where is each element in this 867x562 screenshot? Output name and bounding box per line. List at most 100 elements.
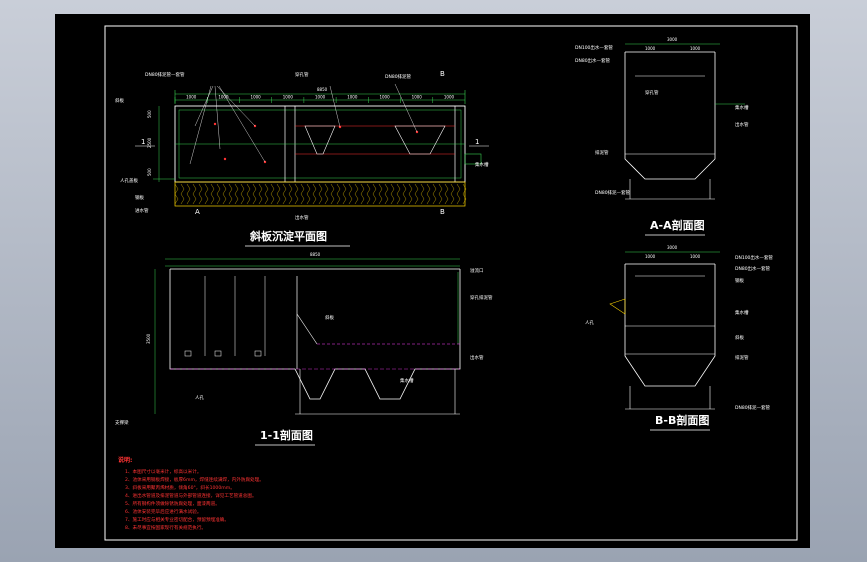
aa-dim-total: 3000 [667, 37, 678, 42]
hatch-stroke [198, 183, 203, 205]
hatch-stroke [192, 183, 197, 205]
hatch-stroke [216, 183, 221, 205]
s11-label-3: 集水槽 [400, 377, 414, 384]
hatch-stroke [456, 183, 461, 205]
hatch-stroke [450, 183, 455, 205]
hatch-stroke [258, 183, 263, 205]
plan-dim-total: 8850 [317, 87, 328, 92]
hatch-stroke [186, 183, 191, 205]
bb-label-2: 钢板 [735, 277, 744, 284]
s11-label-1: 斜板 [325, 314, 334, 321]
cad-viewport[interactable]: 8850 1000 1000 1000 1000 1000 1000 1000 1000 100… [0, 0, 867, 562]
hatch-stroke [402, 183, 407, 205]
hatch-stroke [288, 183, 293, 205]
aa-label-5: 排泥管 [595, 149, 609, 156]
hatch-stroke [204, 183, 209, 205]
hatch-stroke [324, 183, 329, 205]
hatch-stroke [306, 183, 311, 205]
plan-dim-left-1: 2500 [147, 137, 152, 148]
plan-label-4: 集水槽 [475, 161, 489, 168]
plan-dim-left-2: 500 [147, 168, 152, 176]
plan-label-0: DN80排泥管—套管 [145, 71, 185, 78]
aa-title: A-A剖面图 [650, 218, 705, 232]
aa-label-1: DN80出水—套管 [575, 57, 611, 64]
plan-dim-segment-label: 1000 [315, 95, 326, 100]
hatch-stroke [390, 183, 395, 205]
bb-label-7: DN80排泥—套管 [735, 404, 771, 411]
s11-label-0: 溢流口 [470, 267, 484, 274]
s11-label-6: 支撑梁 [115, 419, 129, 426]
hatch-stroke [342, 183, 347, 205]
hatch-stroke [282, 183, 287, 205]
hatch-stroke [462, 183, 467, 205]
aa-label-3: 集水槽 [735, 104, 749, 111]
plan-label-6: 钢板 [135, 194, 144, 201]
note-item-6: 7、施工时应与相关专业密切配合，预留预埋准确。 [125, 516, 229, 523]
bb-tank-outline [624, 264, 716, 387]
note-item-0: 1、本图尺寸以毫米计，标高以米计。 [125, 468, 201, 475]
hatch-stroke [438, 183, 443, 205]
note-item-5: 6、池体安装完毕后应进行满水试验。 [125, 508, 201, 515]
aa-dim-part1: 1000 [690, 46, 701, 51]
aa-dim-part0: 1000 [645, 46, 656, 51]
bb-dim-part1: 1000 [690, 254, 701, 259]
hatch-stroke [174, 183, 179, 205]
bb-label-3: 人孔 [585, 319, 594, 326]
hatch-stroke [234, 183, 239, 205]
hatch-stroke [228, 183, 233, 205]
hatch-stroke [432, 183, 437, 205]
hatch-stroke [240, 183, 245, 205]
plan-mark-1-left: 1 [141, 138, 145, 146]
hatch-stroke [426, 183, 431, 205]
hatch-stroke [246, 183, 251, 205]
plan-mark-b-bottom: B [440, 208, 445, 216]
bb-label-6: 排泥管 [735, 354, 749, 361]
plan-dim-segments: 1000 1000 1000 1000 1000 1000 1000 1000 1000 [174, 95, 455, 103]
plan-mark-1-right: 1 [475, 138, 479, 146]
hatch-stroke [360, 183, 365, 205]
notes-block: 说明: 1、本图尺寸以毫米计，标高以米计。 2、池体采用钢板焊接，板厚6mm，焊… [118, 456, 264, 531]
plan-dim-segment-label: 1000 [251, 95, 262, 100]
bb-label-5: 斜板 [735, 334, 744, 341]
hatch-stroke [180, 183, 185, 205]
drawing-sheet: 8850 1000 1000 1000 1000 1000 1000 1000 1000 100… [55, 14, 810, 548]
bb-label-1: DN80出水—套管 [735, 265, 771, 272]
bb-dim-part0: 1000 [645, 254, 656, 259]
note-item-1: 2、池体采用钢板焊接，板厚6mm，焊缝连续满焊，内外防腐处理。 [125, 476, 264, 483]
section-bb-view: 3000 1000 1000 DN100出水—套管 DN80出水—套管 钢板 人… [585, 245, 773, 431]
hatch-stroke [318, 183, 323, 205]
hatch-stroke [372, 183, 377, 205]
plan-label-8: 出水管 [295, 214, 309, 221]
hatch-stroke [420, 183, 425, 205]
plan-hatch [174, 183, 467, 205]
hatch-stroke [270, 183, 275, 205]
plan-dim-segment-label: 1000 [283, 95, 294, 100]
s11-dim-height: 3500 [146, 333, 151, 344]
plan-label-1: 穿孔管 [295, 71, 309, 78]
note-item-4: 5、所有钢构件须做除锈防腐处理，面漆两道。 [125, 500, 220, 507]
plan-dim-segment-label: 1000 [379, 95, 390, 100]
plan-label-5: 人孔盖板 [120, 177, 138, 184]
hatch-stroke [294, 183, 299, 205]
hatch-stroke [408, 183, 413, 205]
aa-tank-outline [624, 52, 716, 180]
plan-label-3: 斜板 [115, 97, 124, 104]
plan-mark-a-bottom: A [195, 208, 200, 216]
s11-title: 1-1剖面图 [260, 428, 313, 442]
notes-heading: 说明: [118, 456, 132, 464]
cad-drawing: 8850 1000 1000 1000 1000 1000 1000 1000 1000 100… [104, 25, 798, 541]
plan-mark-b-top: B [440, 70, 445, 78]
hatch-stroke [276, 183, 281, 205]
hatch-stroke [378, 183, 383, 205]
title-frame [104, 25, 798, 541]
plan-label-2: DN80排泥管 [385, 73, 412, 80]
aa-label-4: 出水管 [735, 121, 749, 128]
section-aa-view: 3000 1000 1000 DN100出水—套管 DN80出水—套管 穿孔管 … [575, 37, 749, 236]
plan-view: 8850 1000 1000 1000 1000 1000 1000 1000 1000 100… [115, 70, 489, 247]
hatch-stroke [312, 183, 317, 205]
hatch-stroke [252, 183, 257, 205]
hatch-stroke [336, 183, 341, 205]
hatch-stroke [348, 183, 353, 205]
hatch-stroke [264, 183, 269, 205]
hatch-stroke [222, 183, 227, 205]
